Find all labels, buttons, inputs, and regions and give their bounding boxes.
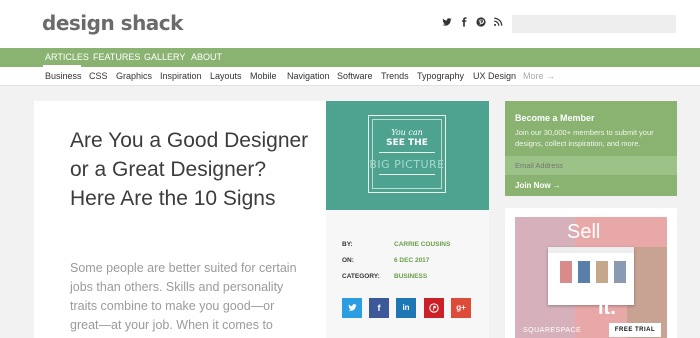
email-field[interactable] [505,156,677,175]
meta-date-label: ON: [342,257,354,264]
facebook-share-icon[interactable]: f [369,298,389,318]
advertisement[interactable]: Sell it. SQUARESPACE FREE TRIAL [505,208,677,338]
badge-line-2: SEE THE [386,138,428,148]
category-more[interactable]: More → [523,71,555,81]
category-nav: Business CSS Graphics Inspiration Layout… [0,67,700,86]
membership-title: Become a Member [515,113,595,123]
twitter-icon[interactable] [442,17,452,27]
linkedin-share-icon[interactable]: in [396,298,416,318]
nav-articles[interactable]: ARTICLES [45,52,89,62]
rss-icon[interactable] [493,17,503,27]
site-header: design shack [0,0,700,48]
membership-box: Become a Member Join our 30,000+ members… [505,101,677,196]
category-layouts[interactable]: Layouts [210,71,242,81]
article-excerpt: Some people are better suited for certai… [70,261,297,338]
category-mobile[interactable]: Mobile [250,71,277,81]
category-inspiration[interactable]: Inspiration [160,71,202,81]
category-typography[interactable]: Typography [417,71,464,81]
primary-nav: ARTICLES FEATURES GALLERY ABOUT [0,48,700,67]
squarespace-logo: SQUARESPACE [523,327,582,334]
free-trial-button[interactable]: FREE TRIAL [609,323,661,337]
badge-line-3: BIG PICTURE [369,158,445,171]
membership-description: Join our 30,000+ members to submit your … [515,128,654,148]
nav-features[interactable]: FEATURES [93,52,140,62]
social-links [442,17,503,27]
search-input[interactable] [512,15,676,33]
category-software[interactable]: Software [337,71,373,81]
meta-author-label: BY: [342,241,353,248]
ad-image[interactable]: Sell it. SQUARESPACE FREE TRIAL [515,217,667,338]
category-business[interactable]: Business [45,71,82,81]
ad-headline-bottom: it. [598,297,616,319]
site-logo[interactable]: design shack [42,11,183,35]
facebook-icon[interactable] [459,17,469,27]
ad-browser-mockup [548,247,634,305]
googleplus-share-icon[interactable]: g+ [451,298,471,318]
nav-gallery[interactable]: GALLERY [144,52,185,62]
pinterest-share-icon[interactable] [424,298,444,318]
article-meta-panel: You can SEE THE BIG PICTURE BY: CARRIE C… [326,101,489,338]
nav-about[interactable]: ABOUT [191,52,222,62]
join-now-button[interactable]: Join Now → [515,181,561,190]
category-ux-design[interactable]: UX Design [473,71,516,81]
pinterest-icon[interactable] [476,17,486,27]
meta-author-value[interactable]: CARRIE COUSINS [394,241,450,248]
featured-image-badge: You can SEE THE BIG PICTURE [368,115,446,193]
meta-category-label: CATEGORY: [342,273,380,280]
article-title[interactable]: Are You a Good Designer or a Great Desig… [70,126,310,213]
category-graphics[interactable]: Graphics [116,71,152,81]
badge-line-1: You can [391,128,423,137]
category-trends[interactable]: Trends [381,71,409,81]
ad-headline-top: Sell [567,221,601,243]
twitter-share-icon[interactable] [342,298,362,318]
featured-image[interactable]: You can SEE THE BIG PICTURE [326,101,489,210]
category-css[interactable]: CSS [89,71,108,81]
meta-date-value: 6 DEC 2017 [394,257,430,264]
category-navigation[interactable]: Navigation [287,71,330,81]
meta-category-value[interactable]: BUSINESS [394,273,427,280]
article-card: Are You a Good Designer or a Great Desig… [34,101,326,338]
